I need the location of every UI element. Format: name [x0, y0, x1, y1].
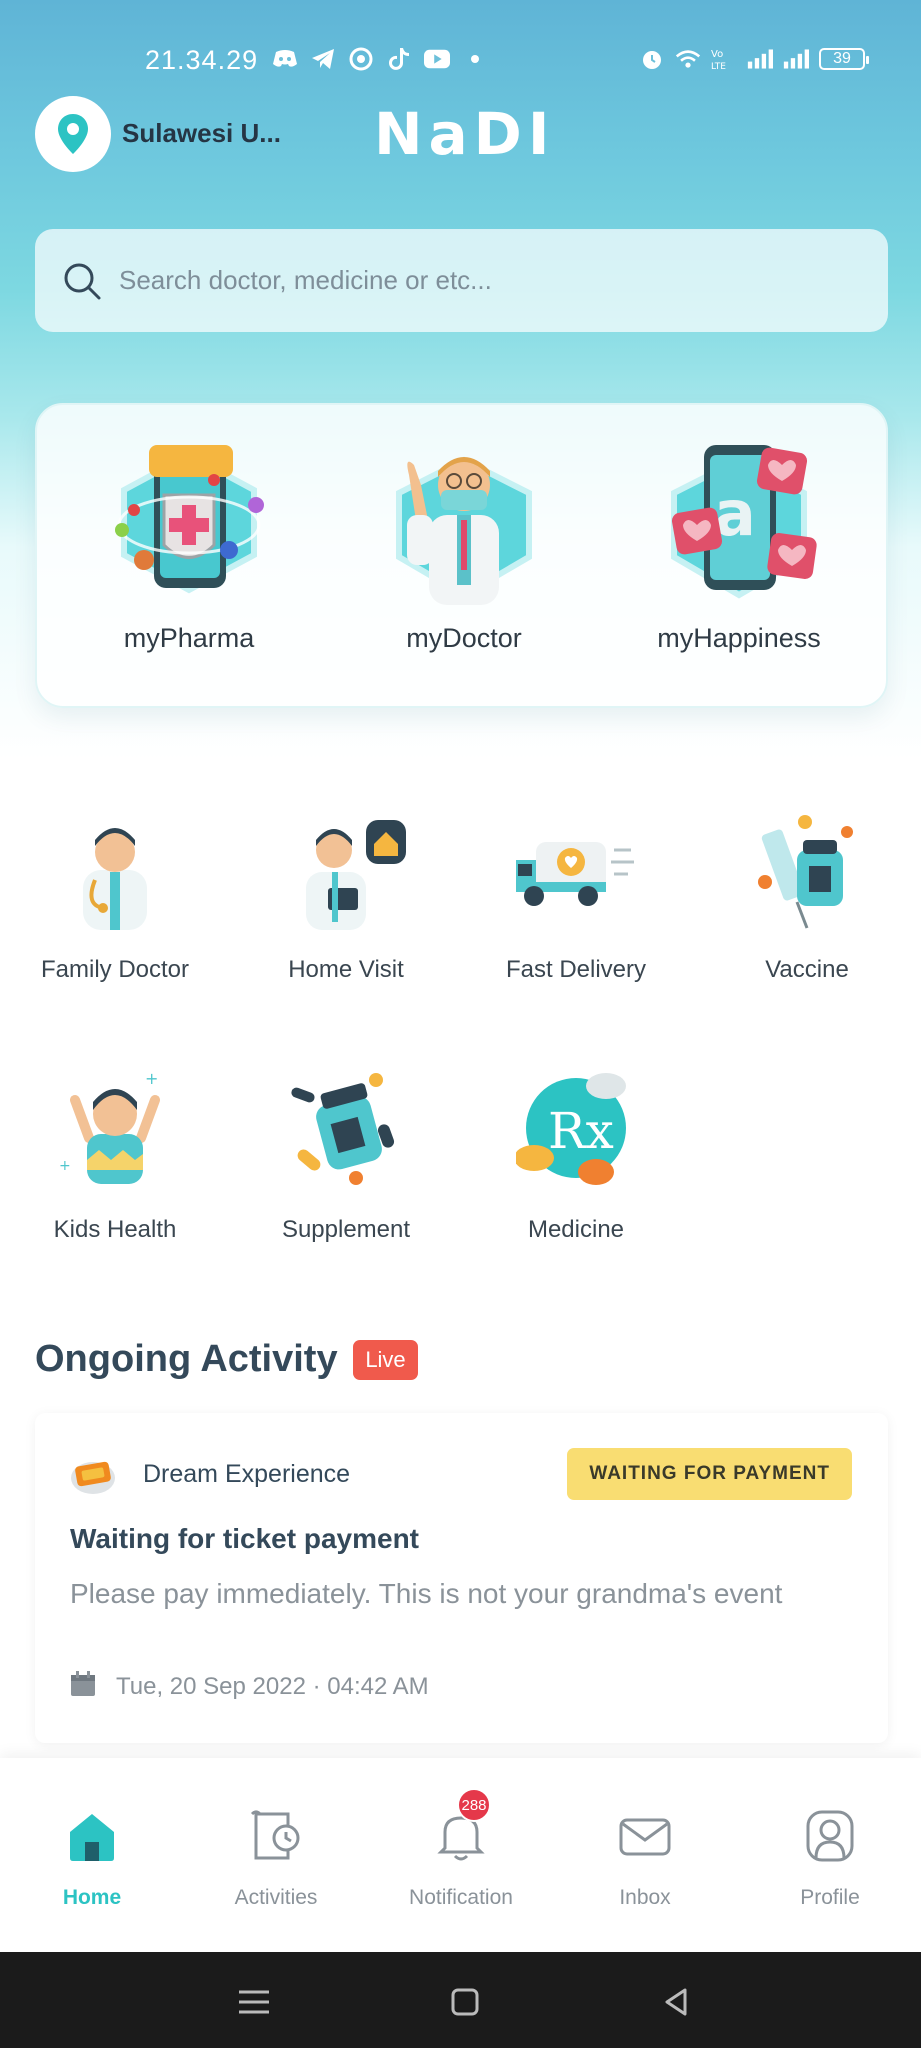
notification-count-badge: 288: [457, 1788, 491, 1822]
status-app-icons: [272, 46, 488, 72]
pharma-illustration-icon: [104, 435, 274, 605]
service-label: Family Doctor: [40, 956, 190, 983]
service-home-visit[interactable]: Home Visit: [236, 810, 456, 984]
service-label: Kids Health: [53, 1216, 177, 1243]
feature-label: myHappiness: [657, 623, 821, 653]
svg-text:+: +: [145, 1070, 158, 1088]
svg-text:+: +: [59, 1158, 71, 1174]
nav-activities[interactable]: Activities: [191, 1808, 361, 1910]
status-bar: 21.34.29 Vo LTE 39: [0, 40, 921, 84]
search-input[interactable]: [119, 265, 839, 296]
status-system-icons: Vo LTE 39: [639, 46, 869, 72]
nav-label: Activities: [234, 1886, 318, 1909]
feature-label: myDoctor: [406, 623, 522, 653]
family-doctor-icon: [55, 810, 175, 930]
bell-icon: 288: [433, 1788, 491, 1864]
app-header: Sulawesi U... NaDI: [0, 96, 921, 176]
activity-date: Tue, 20 Sep 2022 · 04:42 AM: [116, 1672, 429, 1700]
activity-date-row: Tue, 20 Sep 2022 · 04:42 AM: [70, 1671, 429, 1702]
home-icon: [64, 1808, 120, 1864]
service-medicine[interactable]: Rx Medicine: [466, 1070, 686, 1244]
doctor-illustration-icon: [379, 435, 549, 605]
kids-health-icon: + +: [55, 1069, 175, 1190]
service-kids-health[interactable]: + + Kids Health: [5, 1069, 225, 1244]
wifi-icon: [675, 46, 701, 72]
receipt-clock-icon: [248, 1808, 304, 1864]
activity-description: Please pay immediately. This is not your…: [70, 1578, 783, 1609]
service-vaccine[interactable]: Vaccine: [697, 810, 917, 984]
service-label: Medicine: [527, 1216, 625, 1243]
status-time: 21.34.29: [145, 45, 259, 75]
service-fast-delivery[interactable]: Fast Delivery: [466, 810, 686, 984]
ticket-icon: [70, 1456, 116, 1496]
activity-source: Dream Experience: [143, 1460, 351, 1488]
service-supplement[interactable]: Supplement: [236, 1070, 456, 1244]
live-badge: Live: [353, 1340, 418, 1380]
service-label: Vaccine: [765, 956, 849, 983]
vaccine-icon: [747, 810, 867, 930]
profile-icon: [802, 1808, 858, 1864]
menu-icon[interactable]: [234, 1982, 274, 2022]
telegram-icon: [310, 46, 336, 72]
service-label: Supplement: [281, 1216, 411, 1243]
battery-indicator: 39: [819, 48, 869, 70]
nav-notification[interactable]: 288 Notification: [376, 1788, 546, 1910]
nav-label: Profile: [800, 1886, 860, 1909]
fast-delivery-icon: [516, 810, 636, 930]
discord-icon: [272, 46, 298, 72]
activity-title: Waiting for ticket payment: [70, 1523, 420, 1554]
search-icon: [57, 256, 107, 306]
supplement-icon: [286, 1070, 406, 1190]
nav-label: Notification: [409, 1886, 513, 1909]
tiktok-icon: [386, 46, 412, 72]
feature-label: myPharma: [123, 623, 255, 653]
brand-logo: NaDI: [374, 100, 556, 168]
alarm-icon: [639, 46, 665, 72]
calendar-icon: [70, 1671, 96, 1702]
circle-app-icon: [348, 46, 374, 72]
status-badge: WAITING FOR PAYMENT: [567, 1448, 852, 1500]
signal-icon: [747, 46, 773, 72]
svg-text:Rx: Rx: [548, 1102, 614, 1160]
dot-icon: [462, 46, 488, 72]
volte-icon: Vo LTE: [711, 46, 737, 72]
back-icon[interactable]: [656, 1982, 696, 2022]
bottom-nav: Home Activities 288 Notification Inbox P…: [0, 1758, 921, 1952]
nav-label: Inbox: [619, 1886, 671, 1909]
nav-inbox[interactable]: Inbox: [560, 1808, 730, 1910]
feature-card: myPharma myDoctor a myHappiness: [35, 403, 888, 708]
happiness-illustration-icon: a: [654, 435, 824, 605]
location-label[interactable]: Sulawesi U...: [122, 118, 281, 149]
feature-mypharma[interactable]: myPharma: [59, 435, 319, 654]
nav-profile[interactable]: Profile: [745, 1808, 915, 1910]
youtube-icon: [424, 46, 450, 72]
activity-card[interactable]: Dream Experience WAITING FOR PAYMENT Wai…: [35, 1413, 888, 1743]
feature-myhappiness[interactable]: a myHappiness: [609, 435, 869, 654]
service-label: Fast Delivery: [505, 956, 647, 983]
home-visit-icon: [286, 810, 406, 930]
svg-text:Vo: Vo: [711, 49, 723, 60]
system-navigation-bar: [0, 1952, 921, 2048]
mail-icon: [617, 1808, 673, 1864]
nav-label: Home: [62, 1886, 122, 1909]
service-label: Home Visit: [288, 956, 404, 983]
feature-mydoctor[interactable]: myDoctor: [334, 435, 594, 654]
search-bar[interactable]: [35, 229, 888, 332]
location-button[interactable]: [35, 96, 111, 172]
signal-icon: [783, 46, 809, 72]
nav-home[interactable]: Home: [7, 1808, 177, 1910]
svg-text:LTE: LTE: [711, 62, 726, 71]
home-square-icon[interactable]: [445, 1982, 485, 2022]
medicine-rx-icon: Rx: [514, 1070, 636, 1190]
location-pin-icon: [58, 114, 88, 154]
service-family-doctor[interactable]: Family Doctor: [5, 810, 225, 984]
section-title: Ongoing Activity: [35, 1338, 338, 1380]
